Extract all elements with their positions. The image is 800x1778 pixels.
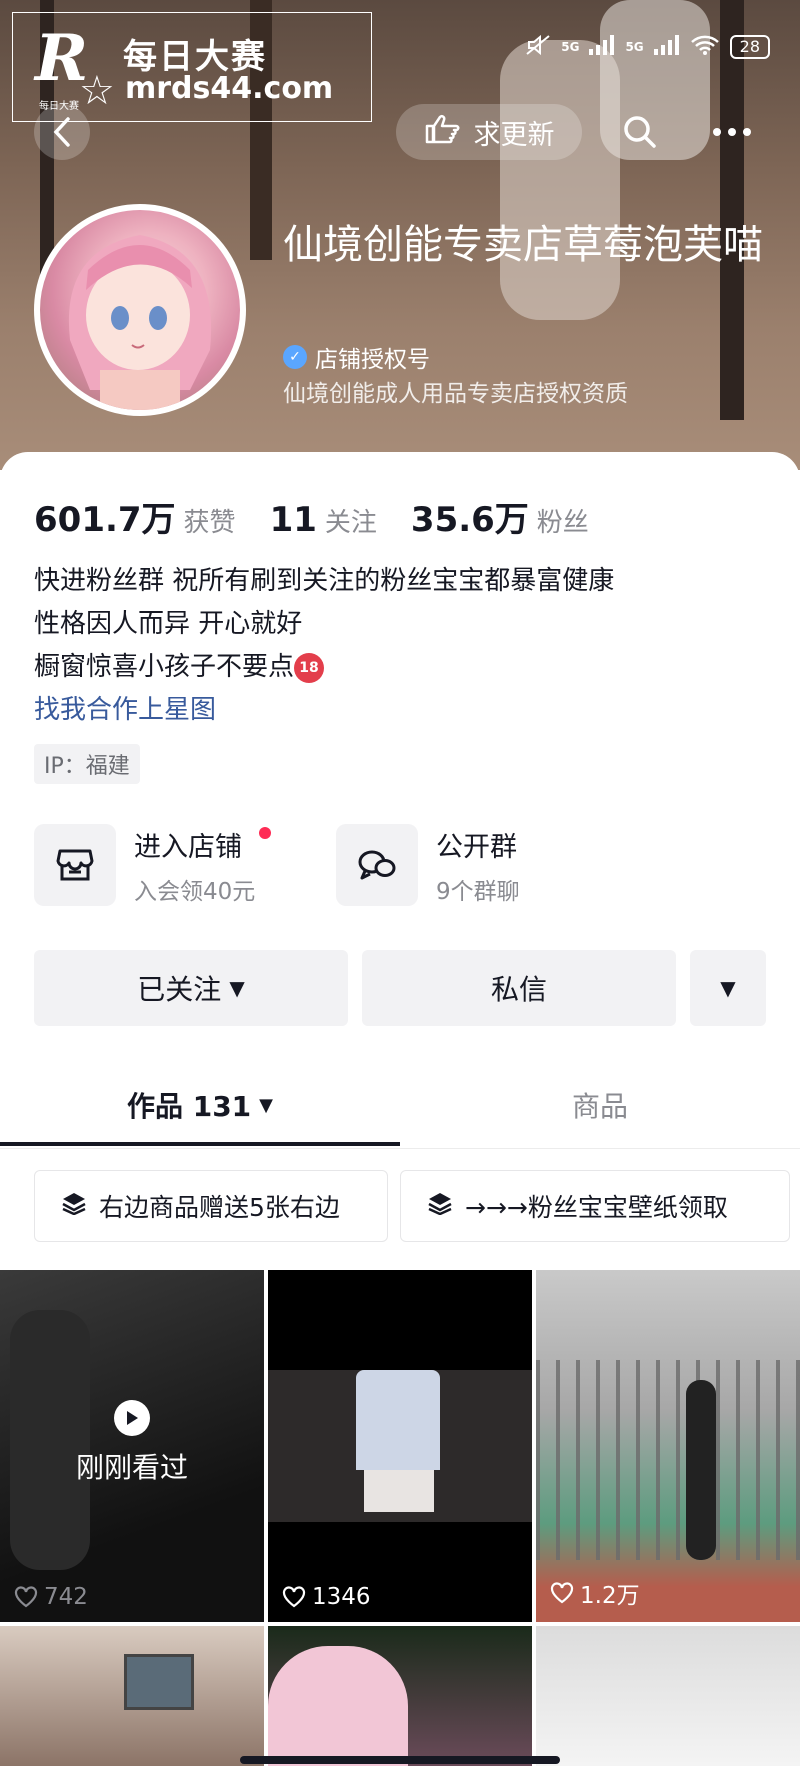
enter-store-subtitle: 入会领40元 [134,878,256,905]
active-tab-indicator [0,1142,400,1146]
video-thumbnail[interactable] [0,1626,264,1766]
followers-count[interactable]: 35.6万 [411,492,529,541]
like-count: 1346 [282,1584,371,1610]
verified-description: 仙境创能成人用品专卖店授权资质 [283,381,628,407]
back-button[interactable] [34,104,90,160]
tab-works[interactable]: 作品 131 ▼ [0,1062,400,1148]
layers-icon [61,1191,87,1221]
video-thumbnail[interactable]: 1.2万 [536,1270,800,1622]
profile-bio: 快进粉丝群 祝所有刷到关注的粉丝宝宝都暴富健康 性格因人而异 开心就好 橱窗惊喜… [34,560,614,732]
video-thumbnail[interactable]: 1346 [268,1270,532,1622]
heart-icon [282,1586,306,1608]
like-count: 742 [14,1584,88,1610]
profile-cover: R ☆ 每日大赛 每日大赛 mrds44.com 5G 5G 28 求更新 仙境… [0,0,800,470]
layers-icon [427,1191,453,1221]
home-indicator[interactable] [240,1756,560,1764]
heart-icon [14,1586,38,1608]
fence-shape [536,1360,800,1560]
avatar[interactable] [34,204,246,416]
thumb-shape [10,1310,90,1570]
store-icon [34,824,116,906]
pointing-hand-icon [424,114,464,151]
public-group-button[interactable]: 公开群 9个群聊 [336,824,520,906]
group-chat-icon [336,824,418,906]
video-thumbnail[interactable] [268,1626,532,1766]
tab-works-label: 作品 131 [126,1090,252,1123]
avatar-illustration [68,235,212,410]
message-button[interactable]: 私信 [362,950,676,1026]
enter-store-button[interactable]: 进入店铺 入会领40元 [34,824,272,906]
collection-chip[interactable]: 右边商品赠送5张右边 [34,1170,388,1242]
thumb-shape [686,1380,716,1560]
status-bar: 5G 5G 28 [525,34,770,60]
public-group-label: 公开群 [436,831,517,863]
more-button[interactable] [690,104,774,160]
profile-name: 仙境创能专卖店草莓泡芙喵 [283,222,763,268]
collection-label: →→→粉丝宝宝壁纸领取 [465,1193,728,1222]
network-label: 5G [625,40,644,54]
bio-line: 快进粉丝群 祝所有刷到关注的粉丝宝宝都暴富健康 [34,566,615,596]
message-label: 私信 [490,973,547,1006]
video-thumbnail[interactable]: 刚刚看过 742 [0,1270,264,1622]
verified-icon: ✓ [283,345,307,369]
signal-icon [589,35,615,59]
watermark-url: mrds44.com [125,71,334,106]
bio-line-text: 橱窗惊喜小孩子不要点 [34,652,295,682]
following-label: 关注 [324,508,377,538]
like-count: 1.2万 [550,1576,640,1610]
collection-label: 右边商品赠送5张右边 [99,1193,340,1222]
followers-label: 粉丝 [536,508,589,538]
battery-indicator: 28 [729,35,770,59]
r18-badge-icon: 18 [294,652,325,683]
caret-down-icon: ▼ [229,976,245,1000]
thumb-shape [364,1470,434,1512]
star-map-link[interactable]: 找我合作上星图 [34,689,614,732]
wifi-icon [690,34,720,60]
search-icon [624,116,656,148]
mute-icon [525,34,551,60]
caret-down-icon: ▼ [720,976,736,1000]
heart-icon [550,1582,574,1604]
request-update-button[interactable]: 求更新 [396,104,582,160]
more-options-dropdown[interactable]: ▼ [690,950,766,1026]
thumb-shape [356,1370,440,1470]
tab-products[interactable]: 商品 [400,1062,800,1148]
caret-down-icon: ▼ [259,1094,274,1116]
following-count[interactable]: 11 [270,500,317,540]
thumb-shape [124,1654,194,1710]
enter-store-label: 进入店铺 [134,825,272,864]
ip-location-tag: IP：福建 [34,744,140,784]
bio-line: 橱窗惊喜小孩子不要点 18 [34,646,614,689]
likes-count[interactable]: 601.7万 [34,492,176,541]
video-thumbnail[interactable] [536,1626,800,1766]
profile-content: 601.7万 获赞 11 关注 35.6万 粉丝 快进粉丝群 祝所有刷到关注的粉… [0,452,800,1778]
recently-viewed-label: 刚刚看过 [75,1451,188,1484]
chair-leg-shape [720,0,744,420]
star-icon: ☆ [79,68,115,114]
likes-label: 获赞 [183,508,236,538]
thumb-shape [268,1646,408,1766]
request-update-label: 求更新 [473,119,555,151]
public-group-subtitle: 9个群聊 [436,878,520,905]
collection-chip[interactable]: →→→粉丝宝宝壁纸领取 [400,1170,790,1242]
signal-icon [653,35,680,59]
more-dots-icon [713,128,751,136]
network-label: 5G [561,40,580,54]
bio-line: 性格因人而异 开心就好 [34,609,303,639]
notification-dot [259,826,272,839]
chevron-left-icon [53,117,70,147]
followed-label: 已关注 [137,973,222,1006]
verified-badge[interactable]: ✓ 店铺授权号 [283,340,430,374]
followed-button[interactable]: 已关注 ▼ [34,950,348,1026]
profile-stats: 601.7万 获赞 11 关注 35.6万 粉丝 [34,492,623,541]
search-button[interactable] [612,104,668,160]
content-tabs: 作品 131 ▼ 商品 [0,1062,800,1149]
verified-label: 店铺授权号 [315,347,430,373]
play-icon [114,1400,150,1436]
